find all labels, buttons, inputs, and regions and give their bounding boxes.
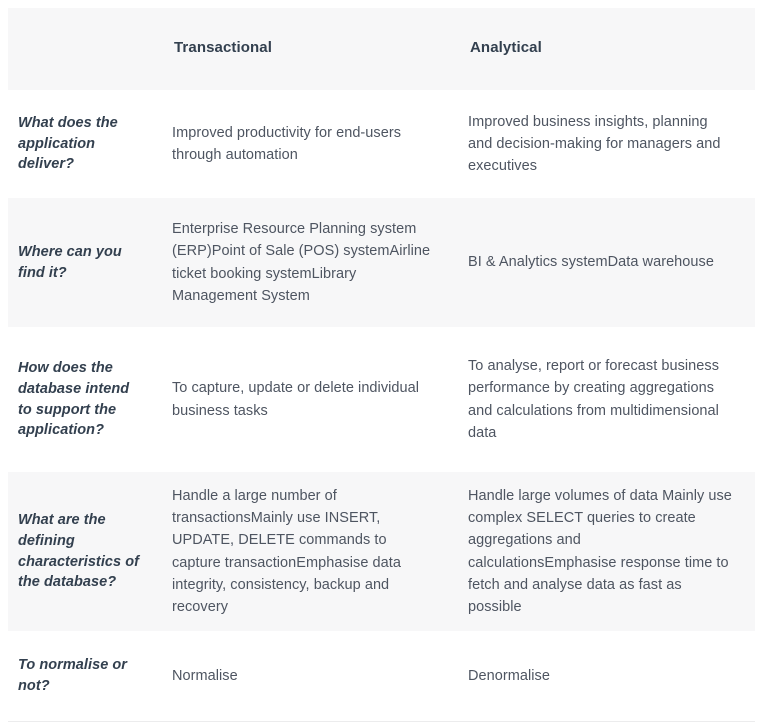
table-row: What are the defining characteristics of… xyxy=(8,472,755,631)
cell-transactional: Handle a large number of transactionsMai… xyxy=(164,472,460,631)
row-label: What does the application deliver? xyxy=(8,90,164,198)
cell-transactional: Normalise xyxy=(164,631,460,722)
comparison-table: Transactional Analytical What does the a… xyxy=(8,8,755,722)
table-body: What does the application deliver? Impro… xyxy=(8,90,755,722)
column-header-transactional: Transactional xyxy=(164,8,460,90)
column-header-analytical: Analytical xyxy=(460,8,755,90)
column-header-label xyxy=(8,8,164,90)
table-row: To normalise or not? Normalise Denormali… xyxy=(8,631,755,722)
comparison-table-container: Transactional Analytical What does the a… xyxy=(0,0,767,722)
table-header: Transactional Analytical xyxy=(8,8,755,90)
table-row: What does the application deliver? Impro… xyxy=(8,90,755,198)
cell-transactional: To capture, update or delete individual … xyxy=(164,327,460,472)
cell-transactional: Enterprise Resource Planning system (ERP… xyxy=(164,198,460,327)
row-label: To normalise or not? xyxy=(8,631,164,722)
row-label: Where can you find it? xyxy=(8,198,164,327)
cell-analytical: BI & Analytics systemData warehouse xyxy=(460,198,755,327)
cell-transactional: Improved productivity for end-users thro… xyxy=(164,90,460,198)
table-row: Where can you find it? Enterprise Resour… xyxy=(8,198,755,327)
cell-analytical: Denormalise xyxy=(460,631,755,722)
cell-analytical: Handle large volumes of data Mainly use … xyxy=(460,472,755,631)
cell-analytical: Improved business insights, planning and… xyxy=(460,90,755,198)
table-header-row: Transactional Analytical xyxy=(8,8,755,90)
cell-analytical: To analyse, report or forecast business … xyxy=(460,327,755,472)
row-label: What are the defining characteristics of… xyxy=(8,472,164,631)
table-row: How does the database intend to support … xyxy=(8,327,755,472)
row-label: How does the database intend to support … xyxy=(8,327,164,472)
